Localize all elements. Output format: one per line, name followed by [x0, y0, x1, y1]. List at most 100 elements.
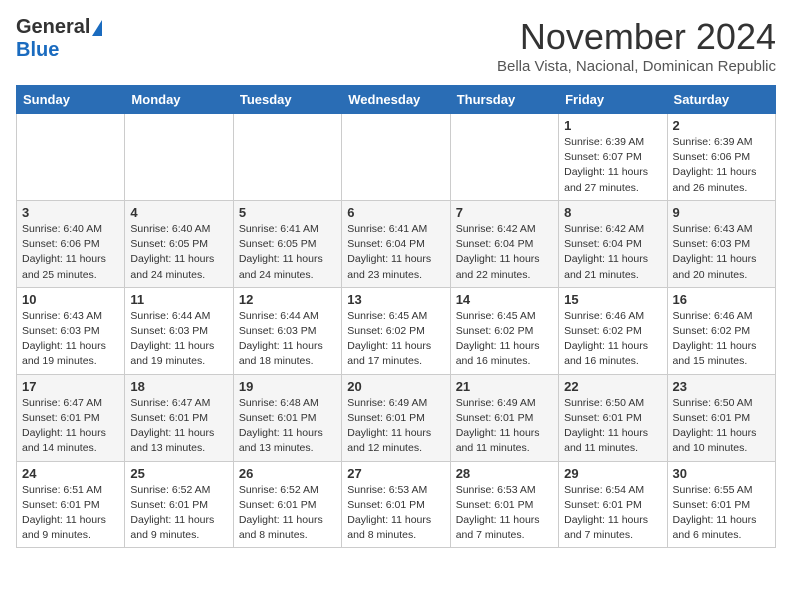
calendar-day-cell: 21 Sunrise: 6:49 AM Sunset: 6:01 PM Dayli…: [450, 374, 558, 461]
day-number: 24: [22, 466, 119, 481]
weekday-header: Monday: [125, 86, 233, 114]
day-number: 4: [130, 205, 227, 220]
day-info: Sunrise: 6:43 AM Sunset: 6:03 PM Dayligh…: [22, 309, 119, 370]
day-info: Sunrise: 6:52 AM Sunset: 6:01 PM Dayligh…: [130, 483, 227, 544]
calendar-day-cell: 29 Sunrise: 6:54 AM Sunset: 6:01 PM Dayli…: [559, 461, 667, 548]
day-info: Sunrise: 6:39 AM Sunset: 6:06 PM Dayligh…: [673, 135, 770, 196]
calendar-day-cell: 23 Sunrise: 6:50 AM Sunset: 6:01 PM Dayli…: [667, 374, 775, 461]
day-info: Sunrise: 6:54 AM Sunset: 6:01 PM Dayligh…: [564, 483, 661, 544]
weekday-header: Saturday: [667, 86, 775, 114]
day-info: Sunrise: 6:51 AM Sunset: 6:01 PM Dayligh…: [22, 483, 119, 544]
calendar-day-cell: 7Sunrise: 6:42 AM Sunset: 6:04 PM Daylig…: [450, 200, 558, 287]
logo-general-text: General: [16, 16, 90, 39]
day-number: 25: [130, 466, 227, 481]
calendar-day-cell: 26 Sunrise: 6:52 AM Sunset: 6:01 PM Dayli…: [233, 461, 341, 548]
day-number: 15: [564, 292, 661, 307]
day-number: 1: [564, 118, 661, 133]
day-number: 8: [564, 205, 661, 220]
day-number: 3: [22, 205, 119, 220]
day-info: Sunrise: 6:48 AM Sunset: 6:01 PM Dayligh…: [239, 396, 336, 457]
calendar-day-cell: 28 Sunrise: 6:53 AM Sunset: 6:01 PM Dayli…: [450, 461, 558, 548]
calendar-day-cell: [342, 114, 450, 201]
day-number: 27: [347, 466, 444, 481]
calendar-day-cell: 5Sunrise: 6:41 AM Sunset: 6:05 PM Daylig…: [233, 200, 341, 287]
day-info: Sunrise: 6:45 AM Sunset: 6:02 PM Dayligh…: [347, 309, 444, 370]
calendar-day-cell: 12Sunrise: 6:44 AM Sunset: 6:03 PM Dayli…: [233, 287, 341, 374]
page-header: General Blue November 2024 Bella Vista, …: [16, 16, 776, 75]
day-info: Sunrise: 6:44 AM Sunset: 6:03 PM Dayligh…: [239, 309, 336, 370]
weekday-header: Tuesday: [233, 86, 341, 114]
calendar-day-cell: 9 Sunrise: 6:43 AM Sunset: 6:03 PM Daylig…: [667, 200, 775, 287]
calendar-day-cell: 4 Sunrise: 6:40 AM Sunset: 6:05 PM Daylig…: [125, 200, 233, 287]
day-info: Sunrise: 6:52 AM Sunset: 6:01 PM Dayligh…: [239, 483, 336, 544]
calendar-week-row: 1Sunrise: 6:39 AM Sunset: 6:07 PM Daylig…: [17, 114, 776, 201]
day-info: Sunrise: 6:43 AM Sunset: 6:03 PM Dayligh…: [673, 222, 770, 283]
calendar-week-row: 17 Sunrise: 6:47 AM Sunset: 6:01 PM Dayli…: [17, 374, 776, 461]
day-number: 18: [130, 379, 227, 394]
calendar-day-cell: 14 Sunrise: 6:45 AM Sunset: 6:02 PM Dayli…: [450, 287, 558, 374]
day-info: Sunrise: 6:50 AM Sunset: 6:01 PM Dayligh…: [564, 396, 661, 457]
day-info: Sunrise: 6:44 AM Sunset: 6:03 PM Dayligh…: [130, 309, 227, 370]
day-number: 6: [347, 205, 444, 220]
calendar-day-cell: 17Sunrise: 6:47 AM Sunset: 6:01 PM Dayli…: [17, 374, 125, 461]
day-number: 5: [239, 205, 336, 220]
day-number: 28: [456, 466, 553, 481]
logo-blue-text: Blue: [16, 39, 59, 62]
calendar-day-cell: 10 Sunrise: 6:43 AM Sunset: 6:03 PM Dayli…: [17, 287, 125, 374]
calendar-day-cell: 20 Sunrise: 6:49 AM Sunset: 6:01 PM Dayli…: [342, 374, 450, 461]
logo-icon: [92, 20, 102, 36]
calendar-day-cell: 3Sunrise: 6:40 AM Sunset: 6:06 PM Daylig…: [17, 200, 125, 287]
day-info: Sunrise: 6:49 AM Sunset: 6:01 PM Dayligh…: [347, 396, 444, 457]
day-info: Sunrise: 6:47 AM Sunset: 6:01 PM Dayligh…: [130, 396, 227, 457]
day-info: Sunrise: 6:53 AM Sunset: 6:01 PM Dayligh…: [347, 483, 444, 544]
weekday-header: Wednesday: [342, 86, 450, 114]
calendar-table: SundayMondayTuesdayWednesdayThursdayFrid…: [16, 85, 776, 548]
day-number: 21: [456, 379, 553, 394]
calendar-day-cell: 11 Sunrise: 6:44 AM Sunset: 6:03 PM Dayli…: [125, 287, 233, 374]
calendar-day-cell: 25 Sunrise: 6:52 AM Sunset: 6:01 PM Dayli…: [125, 461, 233, 548]
day-info: Sunrise: 6:46 AM Sunset: 6:02 PM Dayligh…: [673, 309, 770, 370]
calendar-day-cell: 6 Sunrise: 6:41 AM Sunset: 6:04 PM Daylig…: [342, 200, 450, 287]
title-section: November 2024 Bella Vista, Nacional, Dom…: [497, 16, 776, 75]
day-info: Sunrise: 6:55 AM Sunset: 6:01 PM Dayligh…: [673, 483, 770, 544]
day-number: 7: [456, 205, 553, 220]
day-number: 22: [564, 379, 661, 394]
month-title: November 2024: [497, 16, 776, 58]
day-number: 23: [673, 379, 770, 394]
day-info: Sunrise: 6:50 AM Sunset: 6:01 PM Dayligh…: [673, 396, 770, 457]
calendar-day-cell: 16Sunrise: 6:46 AM Sunset: 6:02 PM Dayli…: [667, 287, 775, 374]
calendar-day-cell: 19Sunrise: 6:48 AM Sunset: 6:01 PM Dayli…: [233, 374, 341, 461]
calendar-week-row: 3Sunrise: 6:40 AM Sunset: 6:06 PM Daylig…: [17, 200, 776, 287]
calendar-day-cell: [17, 114, 125, 201]
day-number: 13: [347, 292, 444, 307]
day-info: Sunrise: 6:45 AM Sunset: 6:02 PM Dayligh…: [456, 309, 553, 370]
logo: General Blue: [16, 16, 102, 62]
day-info: Sunrise: 6:53 AM Sunset: 6:01 PM Dayligh…: [456, 483, 553, 544]
day-number: 17: [22, 379, 119, 394]
day-number: 14: [456, 292, 553, 307]
calendar-day-cell: 13 Sunrise: 6:45 AM Sunset: 6:02 PM Dayli…: [342, 287, 450, 374]
day-info: Sunrise: 6:41 AM Sunset: 6:04 PM Dayligh…: [347, 222, 444, 283]
calendar-week-row: 24 Sunrise: 6:51 AM Sunset: 6:01 PM Dayli…: [17, 461, 776, 548]
calendar-day-cell: 22 Sunrise: 6:50 AM Sunset: 6:01 PM Dayli…: [559, 374, 667, 461]
day-info: Sunrise: 6:46 AM Sunset: 6:02 PM Dayligh…: [564, 309, 661, 370]
calendar-day-cell: [125, 114, 233, 201]
day-number: 30: [673, 466, 770, 481]
calendar-day-cell: 24 Sunrise: 6:51 AM Sunset: 6:01 PM Dayli…: [17, 461, 125, 548]
day-number: 10: [22, 292, 119, 307]
day-number: 20: [347, 379, 444, 394]
calendar-day-cell: 2Sunrise: 6:39 AM Sunset: 6:06 PM Daylig…: [667, 114, 775, 201]
calendar-header-row: SundayMondayTuesdayWednesdayThursdayFrid…: [17, 86, 776, 114]
day-info: Sunrise: 6:42 AM Sunset: 6:04 PM Dayligh…: [564, 222, 661, 283]
calendar-day-cell: 18 Sunrise: 6:47 AM Sunset: 6:01 PM Dayli…: [125, 374, 233, 461]
day-info: Sunrise: 6:40 AM Sunset: 6:05 PM Dayligh…: [130, 222, 227, 283]
calendar-day-cell: 30 Sunrise: 6:55 AM Sunset: 6:01 PM Dayli…: [667, 461, 775, 548]
day-number: 29: [564, 466, 661, 481]
day-number: 9: [673, 205, 770, 220]
weekday-header: Thursday: [450, 86, 558, 114]
day-number: 26: [239, 466, 336, 481]
day-info: Sunrise: 6:49 AM Sunset: 6:01 PM Dayligh…: [456, 396, 553, 457]
weekday-header: Sunday: [17, 86, 125, 114]
calendar-day-cell: [450, 114, 558, 201]
day-number: 11: [130, 292, 227, 307]
